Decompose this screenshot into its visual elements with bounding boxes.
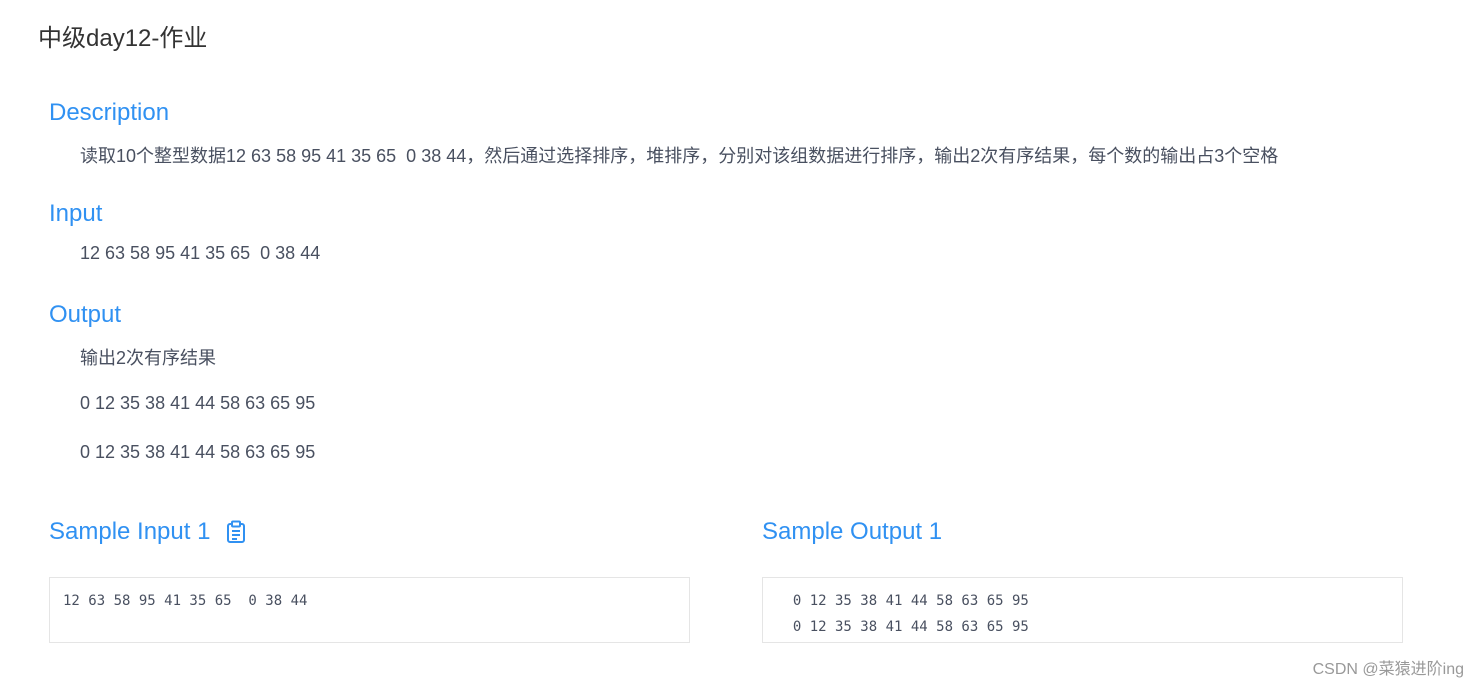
sample-output-header: Sample Output 1 (762, 518, 942, 546)
sample-input-box[interactable]: 12 63 58 95 41 35 65 0 38 44 (49, 577, 690, 643)
sample-output-box[interactable]: 0 12 35 38 41 44 58 63 65 95 0 12 35 38 … (762, 577, 1403, 643)
input-title: Input (49, 200, 103, 227)
output-line: 0 12 35 38 41 44 58 63 65 95 (80, 442, 316, 462)
input-text: 12 63 58 95 41 35 65 0 38 44 (80, 243, 321, 263)
sample-output-title: Sample Output 1 (762, 518, 943, 545)
description-title: Description (49, 99, 170, 126)
watermark: CSDN @菜猿进阶ing (1312, 661, 1464, 678)
output-line: 输出2次有序结果 (80, 348, 217, 368)
sample-input-header: Sample Input 1 (49, 518, 246, 546)
output-title: Output (49, 301, 122, 328)
page-title: 中级day12-作业 (38, 25, 208, 52)
output-line: 0 12 35 38 41 44 58 63 65 95 (80, 393, 316, 413)
clipboard-icon[interactable] (226, 520, 246, 544)
description-text: 读取10个整型数据12 63 58 95 41 35 65 0 38 44，然后… (80, 146, 1279, 166)
sample-input-title: Sample Input 1 (49, 518, 211, 545)
